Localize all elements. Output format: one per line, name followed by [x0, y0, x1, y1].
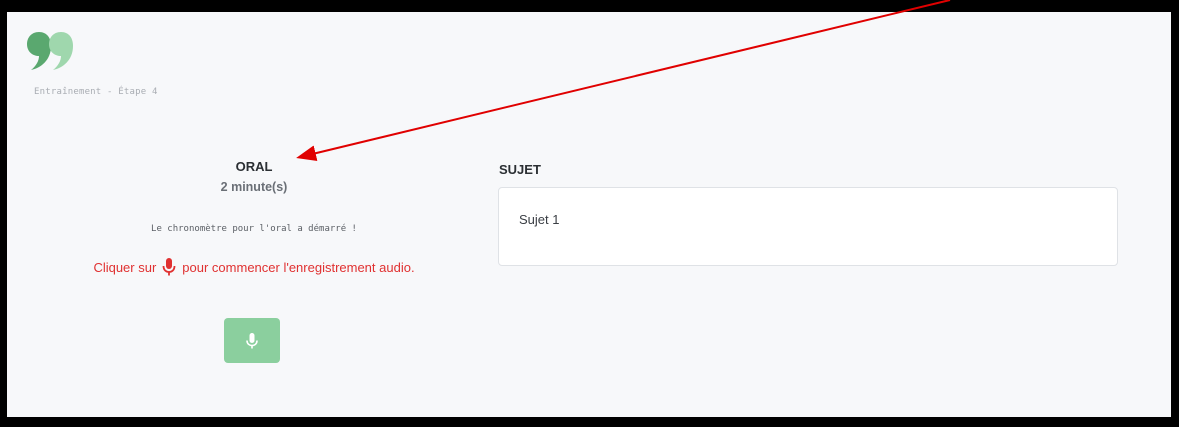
microphone-icon: [162, 258, 176, 276]
oral-panel: ORAL 2 minute(s) Le chronomètre pour l'o…: [34, 157, 474, 276]
microphone-icon: [246, 332, 258, 348]
record-audio-button[interactable]: [224, 318, 280, 363]
sujet-card: Sujet 1: [498, 187, 1118, 266]
sujet-text: Sujet 1: [519, 212, 560, 227]
chrono-status: Le chronomètre pour l'oral a démarré !: [151, 224, 357, 234]
oral-duration: 2 minute(s): [220, 180, 288, 194]
instruction-text-before: Cliquer sur: [93, 259, 157, 275]
app-window: Entraînement - Étape 4 ORAL 2 minute(s) …: [0, 0, 1179, 427]
sujet-title: SUJET: [499, 162, 541, 177]
instruction-text-after: pour commencer l'enregistrement audio.: [182, 259, 415, 275]
record-instruction: Cliquer sur pour commencer l'enregistrem…: [34, 258, 474, 276]
breadcrumb: Entraînement - Étape 4: [34, 87, 158, 97]
quote-logo-icon: [27, 32, 73, 70]
oral-title: ORAL: [235, 159, 273, 174]
